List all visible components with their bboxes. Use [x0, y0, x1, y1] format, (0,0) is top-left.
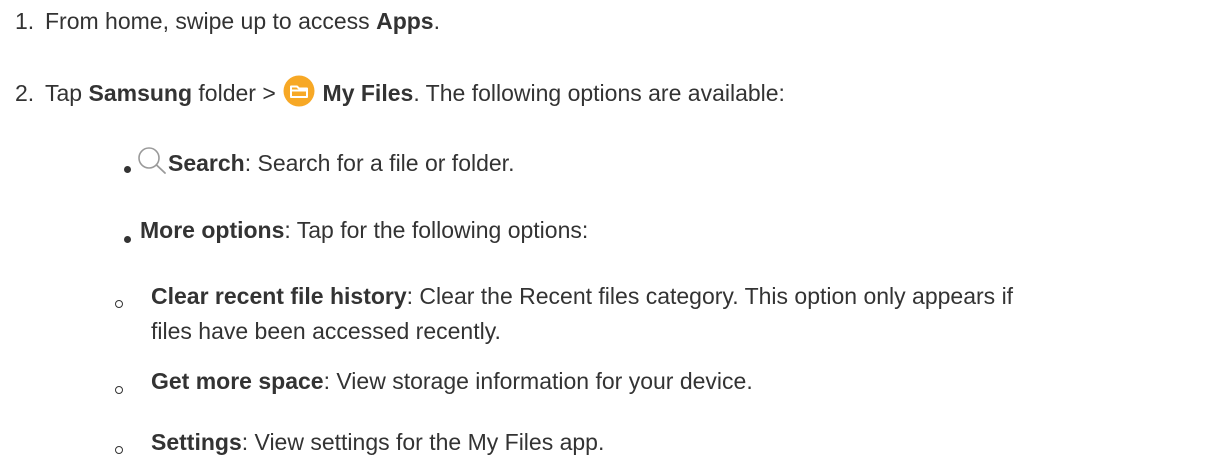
option-more-options: More options: Tap for the following opti… — [140, 215, 588, 245]
search-icon — [134, 145, 168, 182]
option-text: : Search for a file or folder. — [244, 150, 515, 176]
sub-option-clear-history-cont: files have been accessed recently. — [151, 316, 501, 346]
sub-option-bold: Settings — [151, 429, 242, 455]
list-circle-bullet — [115, 300, 123, 308]
step-2: 2. Tap Samsung folder > My Files. The fol… — [15, 75, 785, 114]
sub-option-bold: Clear recent file history — [151, 283, 407, 309]
option-text: : Tap for the following options: — [284, 217, 589, 243]
list-circle-bullet — [115, 446, 123, 454]
step-text: Tap — [45, 80, 89, 106]
step-1: 1. From home, swipe up to access Apps. — [15, 6, 440, 36]
step-text-end: . — [433, 8, 440, 34]
list-circle-bullet — [115, 386, 123, 394]
sub-option-text: : View settings for the My Files app. — [241, 429, 605, 455]
sub-option-settings: Settings: View settings for the My Files… — [151, 427, 604, 457]
sub-option-bold: Get more space — [151, 368, 324, 394]
step-text-end: . The following options are available: — [413, 80, 785, 106]
sub-option-text: : View storage information for your devi… — [323, 368, 753, 394]
option-bold: More options — [140, 217, 285, 243]
list-bullet — [124, 166, 131, 173]
step-bold-my-files: My Files — [322, 80, 414, 106]
sub-option-get-more-space: Get more space: View storage information… — [151, 366, 753, 396]
step-text: From home, swipe up to access — [45, 8, 377, 34]
option-bold: Search — [168, 150, 245, 176]
step-text-mid: folder > — [192, 80, 283, 106]
step-bold: Apps — [376, 8, 434, 34]
step-number: 1. — [15, 8, 35, 34]
my-files-folder-icon — [282, 75, 316, 114]
option-search: Search: Search for a file or folder. — [134, 145, 514, 182]
step-number: 2. — [15, 80, 35, 106]
sub-option-text-cont: files have been accessed recently. — [151, 318, 501, 344]
sub-option-clear-history: Clear recent file history: Clear the Rec… — [151, 281, 1013, 311]
step-bold-samsung: Samsung — [88, 80, 193, 106]
list-bullet — [124, 236, 131, 243]
sub-option-text: : Clear the Recent files category. This … — [406, 283, 1014, 309]
